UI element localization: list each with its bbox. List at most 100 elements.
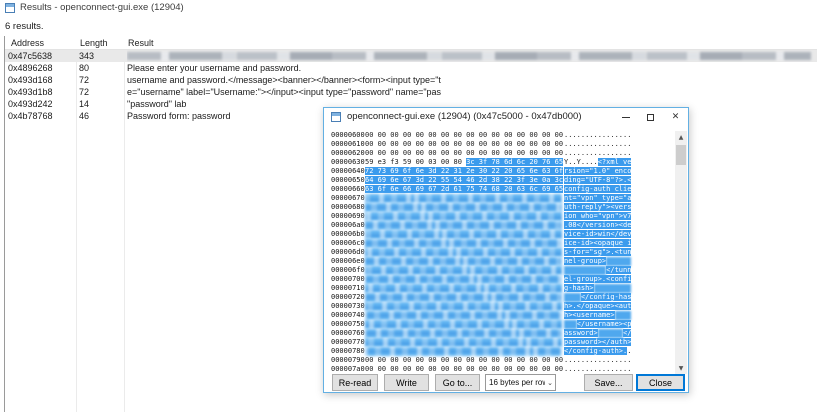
hex-scrollbar[interactable]: ▲ ▼	[675, 131, 687, 374]
hex-row[interactable]: 000006a0.08</version><de	[331, 221, 671, 230]
hex-row[interactable]: 000006b0vice-id>win</dev	[331, 230, 671, 239]
hex-row[interactable]: 0000064072 73 69 6f 6e 3d 22 31 2e 30 22…	[331, 167, 671, 176]
hex-row[interactable]: 0000062000 00 00 00 00 00 00 00 00 00 00…	[331, 149, 671, 158]
censored-ascii-segment	[606, 257, 631, 266]
result-address: 0x4b78768	[8, 110, 78, 122]
hex-row[interactable]: 00000680uth-reply"><vers	[331, 203, 671, 212]
result-row[interactable]: 0x493d16872username and password.</messa…	[5, 74, 817, 86]
redacted-result	[127, 52, 811, 60]
hex-row[interactable]: 0000066063 6f 6e 66 69 67 2d 61 75 74 68…	[331, 185, 671, 194]
result-row[interactable]: 0x47c5638343	[5, 50, 817, 62]
hex-ascii: ................	[564, 365, 636, 374]
hex-row[interactable]: 000006c0ice-id><opaque i	[331, 239, 671, 248]
save-button[interactable]: Save...	[584, 374, 633, 391]
bytes-per-row-value: 16 bytes per row	[486, 378, 545, 387]
hex-row[interactable]: 000006d0s-for="sg">.<tun	[331, 248, 671, 257]
hex-bytes	[365, 320, 564, 329]
censored-hex-block	[365, 311, 562, 320]
close-icon: ✕	[672, 113, 680, 122]
hex-offset: 000006e0	[331, 257, 365, 266]
hex-row[interactable]: 00000740h><username>	[331, 311, 671, 320]
hex-row[interactable]: 00000770password></auth>	[331, 338, 671, 347]
hex-row[interactable]: 00000760assword></	[331, 329, 671, 338]
hex-offset: 00000790	[331, 356, 365, 365]
hex-ascii: h>.</opaque><aut	[564, 302, 636, 311]
censored-hex-block	[365, 230, 562, 239]
close-window-button[interactable]: ✕	[663, 108, 688, 126]
hex-row[interactable]: 00000780</config-auth>..	[331, 347, 671, 356]
hex-row[interactable]: 00000710g-hash>	[331, 284, 671, 293]
hex-bytes	[365, 347, 564, 356]
hex-row[interactable]: 00000730 h>.</opaque><aut	[331, 302, 671, 311]
minimize-button[interactable]	[613, 108, 638, 126]
hex-ascii: el-group>.<confi	[564, 275, 636, 284]
hex-row[interactable]: 000006e0 nel-group>	[331, 257, 671, 266]
censored-ascii-segment	[615, 311, 632, 320]
censored-hex-block	[365, 212, 562, 221]
hex-offset: 00000610	[331, 140, 365, 149]
censored-hex-block	[365, 203, 562, 212]
censored-hex-block	[365, 266, 562, 275]
write-button[interactable]: Write	[384, 374, 429, 391]
column-header-address[interactable]: Address	[11, 37, 44, 49]
result-text: Please enter your username and password.	[127, 62, 817, 74]
column-header-result[interactable]: Result	[128, 37, 154, 49]
dialog-titlebar[interactable]: openconnect-gui.exe (12904) (0x47c5000 -…	[324, 108, 688, 126]
censored-ascii-segment	[598, 329, 623, 338]
result-address: 0x493d168	[8, 74, 78, 86]
hex-bytes	[365, 338, 564, 347]
result-length: 46	[79, 110, 127, 122]
hex-offset: 00000650	[331, 176, 365, 185]
censored-ascii-segment	[564, 320, 577, 329]
hex-offset: 00000600	[331, 131, 365, 140]
hex-offset: 00000730	[331, 302, 365, 311]
result-row[interactable]: 0x493d1b872e="username" label="Username:…	[5, 86, 817, 98]
hex-rows[interactable]: 0000060000 00 00 00 00 00 00 00 00 00 00…	[331, 131, 671, 375]
hex-ascii: nel-group>	[564, 257, 636, 266]
hex-offset: 000007a0	[331, 365, 365, 374]
scrollbar-up-icon[interactable]: ▲	[675, 131, 687, 143]
hex-offset: 00000660	[331, 185, 365, 194]
result-row[interactable]: 0x489626880Please enter your username an…	[5, 62, 817, 74]
hex-row[interactable]: 000006f0</tunn	[331, 266, 671, 275]
bytes-per-row-select[interactable]: 16 bytes per row ⌄	[485, 374, 556, 391]
maximize-button[interactable]	[638, 108, 663, 126]
scrollbar-down-icon[interactable]: ▼	[675, 362, 687, 374]
result-text: e="username" label="Username:"></input><…	[127, 86, 817, 98]
hex-row[interactable]: 0000063059 e3 f3 59 00 03 00 80 3c 3f 78…	[331, 158, 671, 167]
hex-row[interactable]: 00000720</config-has	[331, 293, 671, 302]
column-header-length[interactable]: Length	[80, 37, 108, 49]
dialog-title: openconnect-gui.exe (12904) (0x47c5000 -…	[347, 111, 582, 122]
hex-row[interactable]: 00000700el-group>.<confi	[331, 275, 671, 284]
goto-button[interactable]: Go to...	[435, 374, 480, 391]
censored-hex-block	[365, 284, 562, 293]
hex-offset: 00000770	[331, 338, 365, 347]
hex-row[interactable]: 00000690ion who="vpn">v7	[331, 212, 671, 221]
hex-ascii: ding="UTF-8"?>.<	[564, 176, 636, 185]
hex-offset: 00000690	[331, 212, 365, 221]
hex-row[interactable]: 00000670nt="vpn" type="a	[331, 194, 671, 203]
hex-row[interactable]: 0000060000 00 00 00 00 00 00 00 00 00 00…	[331, 131, 671, 140]
reread-button[interactable]: Re-read	[332, 374, 378, 391]
result-address: 0x47c5638	[8, 50, 78, 62]
censored-ascii-segment	[564, 266, 606, 275]
result-address: 0x493d242	[8, 98, 78, 110]
hex-ascii: g-hash>	[564, 284, 636, 293]
hex-row[interactable]: 0000079000 00 00 00 00 00 00 00 00 00 00…	[331, 356, 671, 365]
result-length: 72	[79, 86, 127, 98]
scrollbar-thumb[interactable]	[676, 145, 686, 165]
hex-bytes	[365, 275, 564, 284]
hex-bytes: 64 69 6e 67 3d 22 55 54 46 2d 38 22 3f 3…	[365, 176, 564, 185]
hex-ascii: rsion="1.0" enco	[564, 167, 636, 176]
censored-hex-block	[365, 239, 562, 248]
hex-bytes: 00 00 00 00 00 00 00 00 00 00 00 00 00 0…	[365, 140, 564, 149]
hex-bytes	[365, 311, 564, 320]
hex-row[interactable]: 0000065064 69 6e 67 3d 22 55 54 46 2d 38…	[331, 176, 671, 185]
hex-row[interactable]: 0000061000 00 00 00 00 00 00 00 00 00 00…	[331, 140, 671, 149]
hex-row[interactable]: 00000750</username><p	[331, 320, 671, 329]
censored-hex-block	[365, 338, 562, 347]
hex-offset: 00000720	[331, 293, 365, 302]
hex-row[interactable]: 000007a000 00 00 00 00 00 00 00 00 00 00…	[331, 365, 671, 374]
close-button[interactable]: Close	[636, 374, 685, 391]
hex-ascii: .08</version><de	[564, 221, 636, 230]
